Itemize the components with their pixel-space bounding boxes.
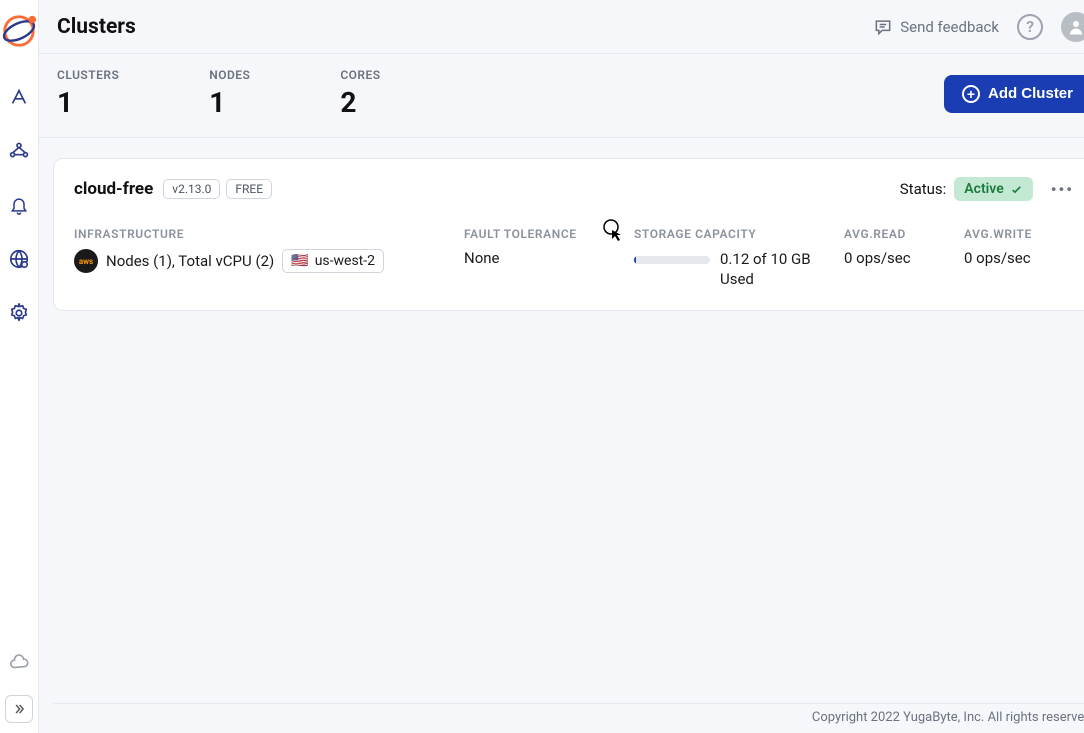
storage-label: STORAGE CAPACITY [634, 227, 834, 241]
stat-nodes-value: 1 [209, 86, 250, 119]
nav-getting-started[interactable] [0, 78, 38, 116]
card-header: cloud-free v2.13.0 FREE Status: Active •… [74, 177, 1074, 201]
infra-col: INFRASTRUCTURE aws Nodes (1), Total vCPU… [74, 227, 454, 273]
region-value: us-west-2 [315, 253, 375, 269]
nav-cloud[interactable] [0, 643, 38, 681]
avgread-label: AVG.READ [844, 227, 954, 241]
stat-clusters: CLUSTERS 1 [57, 68, 119, 119]
more-options-button[interactable]: ••• [1051, 180, 1074, 199]
tier-pill: FREE [226, 179, 272, 199]
stat-cores: CORES 2 [340, 68, 380, 119]
storage-col: STORAGE CAPACITY 0.12 of 10 GB Used [634, 227, 834, 290]
status-value: Active [964, 181, 1003, 197]
avgwrite-col: AVG.WRITE 0 ops/sec [964, 227, 1074, 267]
avgread-col: AVG.READ 0 ops/sec [844, 227, 954, 267]
storage-line1: 0.12 of 10 GB [720, 249, 811, 269]
sidebar [0, 0, 39, 733]
user-avatar-icon [1061, 12, 1084, 42]
feedback-icon [873, 17, 893, 37]
nav-settings[interactable] [0, 294, 38, 332]
storage-bar [634, 256, 710, 264]
send-feedback-button[interactable]: Send feedback [873, 17, 999, 37]
infra-text: Nodes (1), Total vCPU (2) [106, 252, 274, 270]
nav-alerts[interactable] [0, 186, 38, 224]
status-label: Status: [900, 180, 947, 198]
avgwrite-label: AVG.WRITE [964, 227, 1074, 241]
add-cluster-button[interactable]: + Add Cluster [944, 75, 1084, 113]
nav-network[interactable] [0, 240, 38, 278]
region-pill: 🇺🇸 us-west-2 [282, 249, 384, 273]
stat-clusters-value: 1 [57, 86, 119, 119]
stat-cores-value: 2 [340, 86, 380, 119]
expand-sidebar-button[interactable] [5, 695, 33, 723]
check-icon [1010, 183, 1023, 196]
fault-label: FAULT TOLERANCE [464, 227, 624, 241]
status-badge: Active [954, 177, 1032, 201]
fault-value: None [464, 249, 624, 267]
infra-label: INFRASTRUCTURE [74, 227, 454, 241]
stat-cores-label: CORES [340, 68, 380, 82]
aws-icon: aws [74, 249, 98, 273]
stat-nodes-label: NODES [209, 68, 250, 82]
add-cluster-label: Add Cluster [988, 85, 1073, 102]
storage-line2: Used [720, 269, 811, 289]
version-pill: v2.13.0 [163, 179, 220, 199]
stat-clusters-label: CLUSTERS [57, 68, 119, 82]
help-icon: ? [1017, 14, 1043, 40]
stats-row: CLUSTERS 1 NODES 1 CORES 2 + Add Cluster [39, 54, 1084, 138]
feedback-label: Send feedback [900, 18, 999, 36]
flag-icon: 🇺🇸 [291, 253, 308, 269]
cluster-card[interactable]: cloud-free v2.13.0 FREE Status: Active •… [53, 158, 1084, 311]
cluster-name[interactable]: cloud-free [74, 179, 153, 199]
page-title: Clusters [57, 15, 136, 39]
top-header: Clusters Send feedback ? [39, 0, 1084, 54]
nav-clusters[interactable] [0, 132, 38, 170]
plus-icon: + [962, 85, 980, 103]
fault-col: FAULT TOLERANCE None [464, 227, 624, 267]
logo [0, 12, 38, 50]
content-area: cloud-free v2.13.0 FREE Status: Active •… [39, 138, 1084, 733]
stat-nodes: NODES 1 [209, 68, 250, 119]
main: Clusters Send feedback ? CLUSTERS 1 NODE… [39, 0, 1084, 733]
help-button[interactable]: ? [1017, 14, 1043, 40]
user-menu-button[interactable] [1061, 12, 1084, 42]
avgread-value: 0 ops/sec [844, 249, 954, 267]
footer-copyright: Copyright 2022 YugaByte, Inc. All rights… [53, 703, 1084, 725]
avgwrite-value: 0 ops/sec [964, 249, 1074, 267]
